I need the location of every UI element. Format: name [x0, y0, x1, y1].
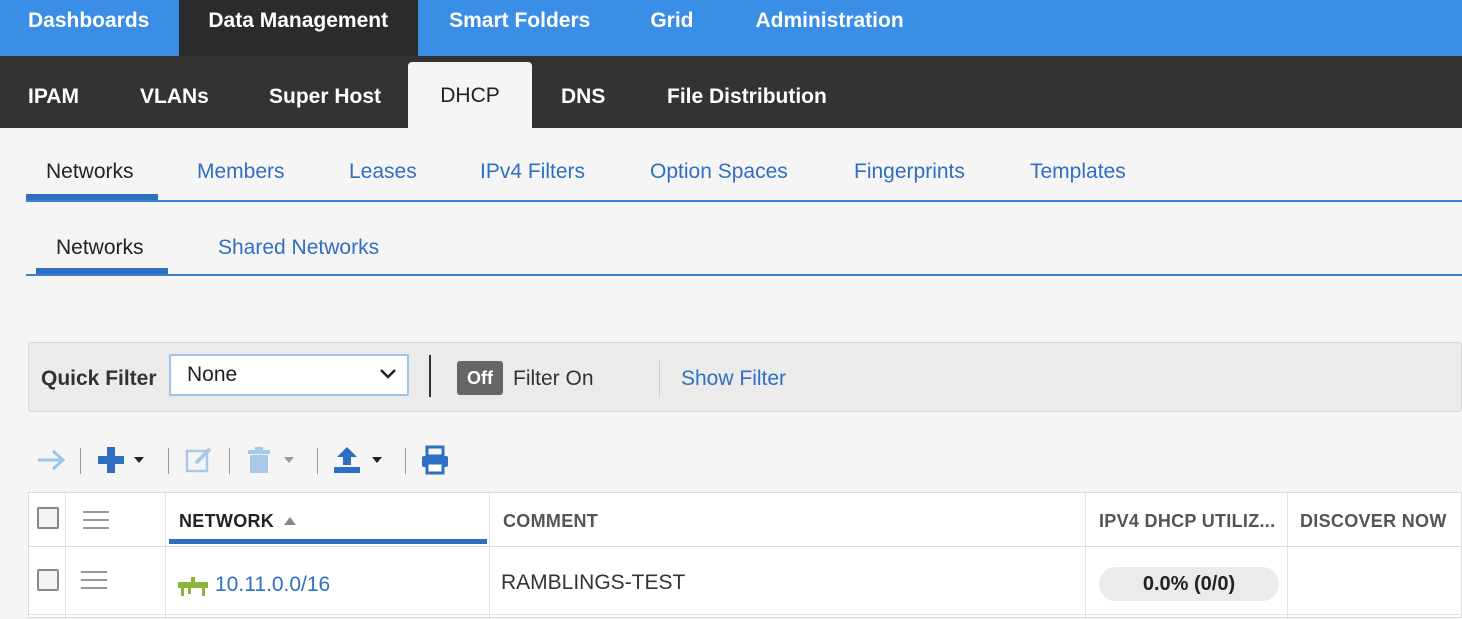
filter-bar: Quick Filter None Off Filter On Show Fil… — [28, 342, 1462, 412]
sort-asc-icon — [284, 517, 297, 525]
tab-ipv4-filters[interactable]: IPv4 Filters — [480, 160, 585, 184]
quick-filter-label: Quick Filter — [41, 367, 157, 390]
export-button[interactable] — [332, 442, 384, 478]
col-header-ipv4-dhcp-utilization[interactable]: IPV4 DHCP UTILIZ... — [1099, 511, 1275, 532]
col-header-comment[interactable]: COMMENT — [503, 511, 598, 532]
sub-tab-vlans[interactable]: VLANs — [140, 56, 209, 128]
filter-on-label: Filter On — [513, 367, 594, 390]
tab-leases[interactable]: Leases — [349, 160, 417, 184]
print-icon — [422, 445, 448, 475]
sub-tab-file-distribution[interactable]: File Distribution — [667, 56, 827, 128]
sub-tab-dns[interactable]: DNS — [561, 56, 605, 128]
caret-down-icon — [284, 457, 294, 463]
col-header-network[interactable]: NETWORK — [179, 511, 297, 532]
filter-divider-2 — [659, 361, 660, 397]
sub-tab-ipam[interactable]: IPAM — [28, 56, 79, 128]
export-icon — [334, 447, 360, 473]
edit-icon — [185, 447, 212, 473]
quick-filter-value: None — [187, 363, 238, 386]
toolbar-separator — [405, 448, 406, 474]
tab-fingerprints[interactable]: Fingerprints — [854, 160, 965, 184]
tab-members[interactable]: Members — [197, 160, 285, 184]
select-all-checkbox[interactable] — [37, 507, 59, 529]
table-row[interactable]: 10.11.0.0/16 RAMBLINGS-TEST 0.0% (0/0) — [29, 549, 1462, 615]
grid-header: NETWORK COMMENT IPV4 DHCP UTILIZ... DISC… — [29, 493, 1462, 547]
active-tab-underline — [26, 194, 158, 200]
sort-indicator — [169, 539, 487, 544]
column-menu-icon[interactable] — [83, 511, 109, 531]
sub-tab-dhcp[interactable]: DHCP — [408, 62, 532, 128]
edit-button[interactable] — [184, 442, 214, 478]
tab-option-spaces[interactable]: Option Spaces — [650, 160, 788, 184]
filter-toggle[interactable]: Off — [457, 361, 503, 395]
tab-templates[interactable]: Templates — [1030, 160, 1126, 184]
networks-grid: NETWORK COMMENT IPV4 DHCP UTILIZ... DISC… — [28, 492, 1462, 619]
caret-down-icon — [372, 457, 382, 463]
dhcp-utilization-badge: 0.0% (0/0) — [1099, 567, 1279, 601]
chevron-down-icon — [380, 369, 396, 379]
top-tab-data-management[interactable]: Data Management — [179, 0, 419, 56]
quick-filter-select[interactable]: None — [169, 354, 409, 396]
show-filter-link[interactable]: Show Filter — [681, 367, 786, 391]
network-link[interactable]: 10.11.0.0/16 — [215, 573, 330, 597]
toolbar-separator — [168, 448, 169, 474]
row-checkbox[interactable] — [37, 569, 59, 591]
sub-tab-super-host[interactable]: Super Host — [269, 56, 381, 128]
caret-down-icon — [134, 457, 144, 463]
delete-icon — [248, 447, 270, 473]
sub-nav: IPAM VLANs Super Host DHCP DNS File Dist… — [0, 56, 1462, 128]
tab-networks-list[interactable]: Networks — [56, 236, 144, 260]
toolbar-separator — [317, 448, 318, 474]
network-comment: RAMBLINGS-TEST — [501, 571, 686, 594]
top-tab-administration[interactable]: Administration — [724, 0, 933, 56]
add-button[interactable] — [96, 442, 146, 478]
toolbar-separator — [80, 448, 81, 474]
top-tab-dashboards[interactable]: Dashboards — [0, 0, 179, 56]
col-header-discover-now[interactable]: DISCOVER NOW — [1300, 511, 1447, 532]
top-tab-grid[interactable]: Grid — [620, 0, 724, 56]
filter-divider — [429, 355, 431, 397]
dhcp-tabs: Networks Members Leases IPv4 Filters Opt… — [26, 150, 1462, 202]
top-tab-smart-folders[interactable]: Smart Folders — [418, 0, 620, 56]
tab-networks[interactable]: Networks — [46, 160, 134, 184]
row-menu-icon[interactable] — [81, 571, 107, 591]
add-icon — [98, 447, 124, 473]
grid-toolbar — [36, 440, 496, 482]
tab-shared-networks[interactable]: Shared Networks — [218, 236, 379, 260]
network-tabs: Networks Shared Networks — [26, 226, 1462, 276]
delete-button[interactable] — [246, 442, 296, 478]
arrow-right-icon[interactable] — [36, 442, 66, 478]
toolbar-separator — [229, 448, 230, 474]
network-icon — [178, 577, 208, 596]
top-nav: Dashboards Data Management Smart Folders… — [0, 0, 1462, 56]
active-subtab-underline — [36, 268, 168, 274]
print-button[interactable] — [420, 442, 450, 478]
